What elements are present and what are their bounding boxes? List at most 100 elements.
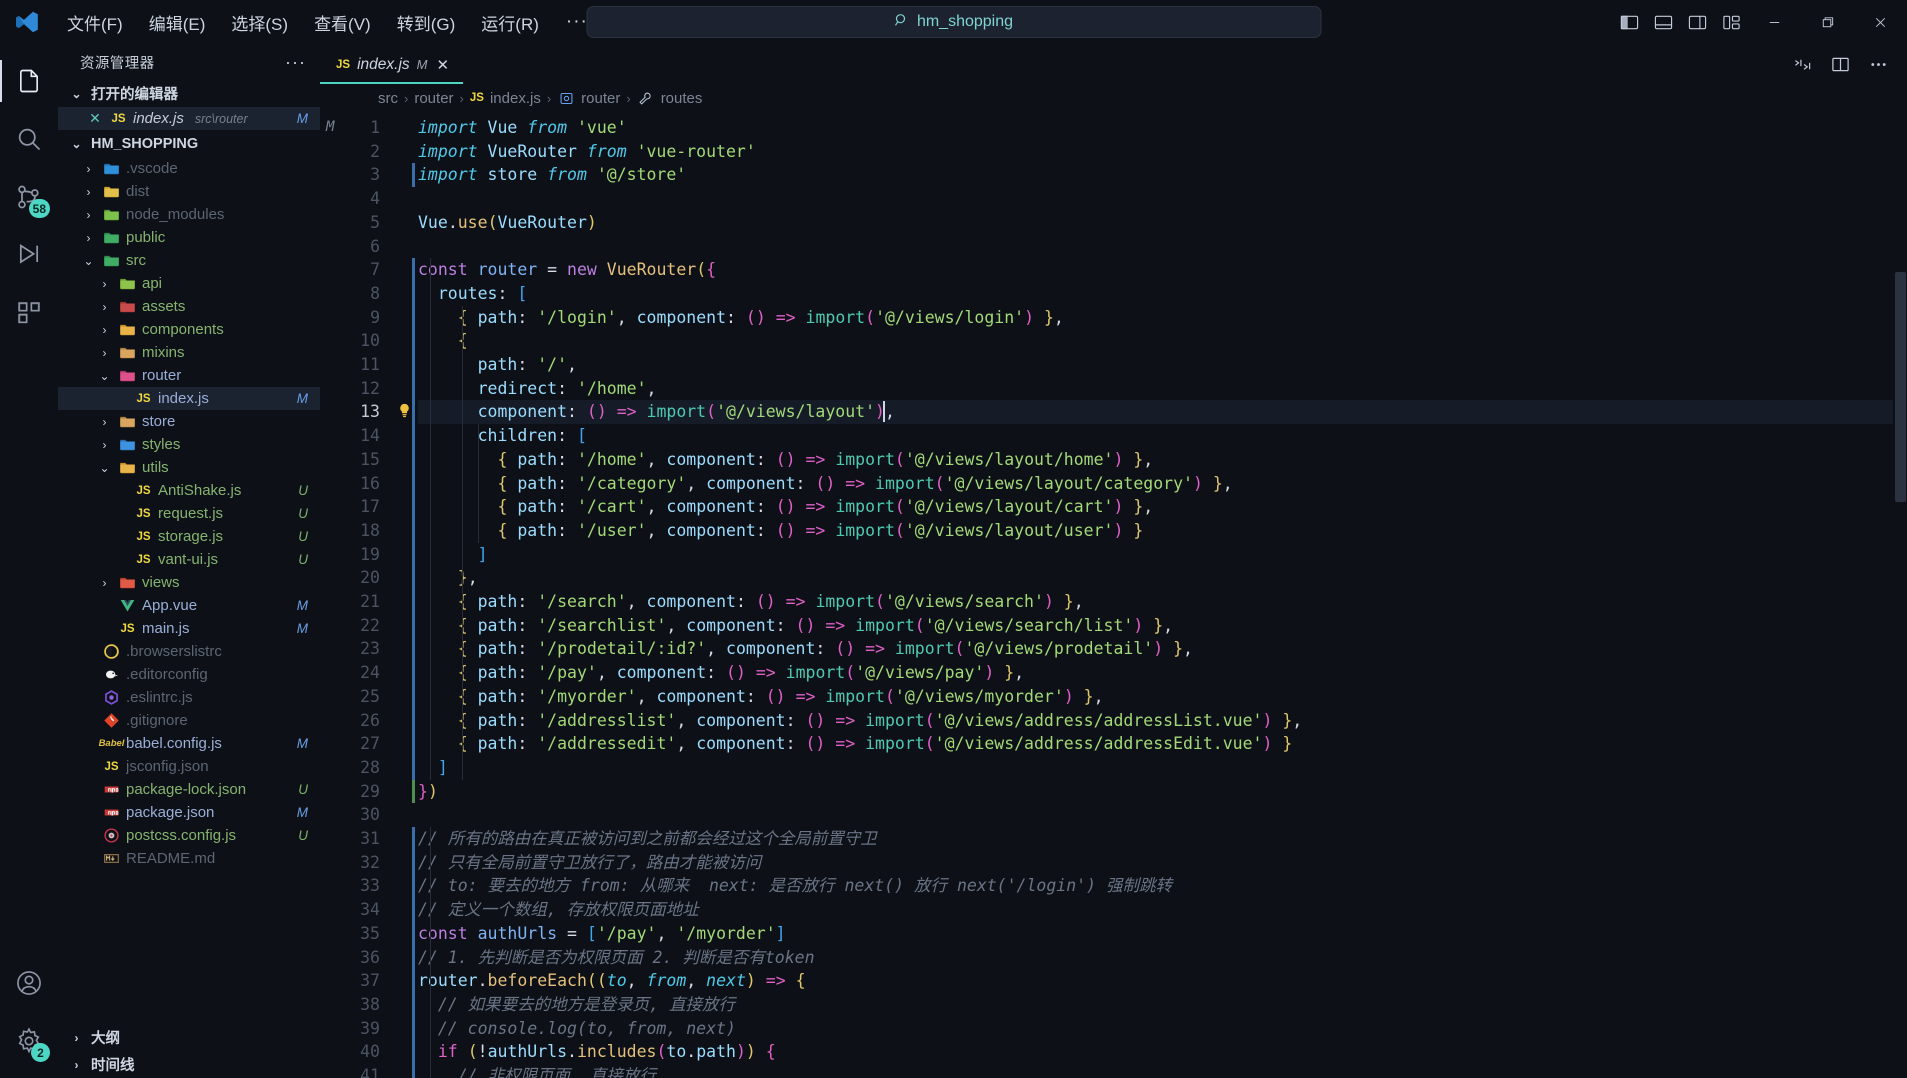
code-line[interactable]: routes: [: [418, 282, 527, 306]
code-editor[interactable]: M 1 2 3 4 5 6 7 8 9 10 11 12 13 14 15 16 17 18 19 20 21 22 23 24…: [320, 112, 1907, 1078]
code-line[interactable]: [418, 235, 428, 259]
search-input[interactable]: hm_shopping: [586, 6, 1321, 38]
tree-file-item[interactable]: JS vant-ui.js U: [58, 548, 320, 571]
code-line[interactable]: { path: '/category', component: () => im…: [418, 472, 1232, 496]
code-line[interactable]: if (!authUrls.includes(to.path)) {: [418, 1040, 776, 1064]
chevron-down-icon[interactable]: ⌄: [96, 461, 113, 475]
code-line[interactable]: // 如果要去的地方是登录页, 直接放行: [418, 993, 735, 1017]
code-line[interactable]: { path: '/pay', component: () => import(…: [418, 661, 1024, 685]
chevron-right-icon[interactable]: ›: [80, 231, 97, 245]
code-line[interactable]: { path: '/prodetail/:id?', component: ()…: [418, 637, 1193, 661]
code-line[interactable]: // to: 要去的地方 from: 从哪来 next: 是否放行 next()…: [418, 874, 1172, 898]
glyph-margin[interactable]: [392, 112, 418, 1078]
chevron-right-icon[interactable]: ›: [80, 208, 97, 222]
activity-source-control[interactable]: 58: [0, 168, 58, 226]
code-line[interactable]: {: [418, 329, 468, 353]
tab-close-icon[interactable]: ✕: [434, 56, 451, 74]
run-and-debug-icon[interactable]: [1785, 44, 1819, 84]
code-line[interactable]: { path: '/searchlist', component: () => …: [418, 614, 1173, 638]
tree-folder-item[interactable]: ⌄ router: [58, 364, 320, 387]
code-line[interactable]: }): [418, 780, 438, 804]
restore-button[interactable]: [1801, 0, 1854, 44]
menu-edit[interactable]: 编辑(E): [136, 6, 219, 39]
tree-file-item[interactable]: postcss.config.js U: [58, 824, 320, 847]
code-line[interactable]: { path: '/addresslist', component: () =>…: [418, 709, 1302, 733]
code-line[interactable]: },: [418, 566, 478, 590]
code-line[interactable]: ]: [418, 543, 488, 567]
menu-view[interactable]: 查看(V): [301, 6, 384, 39]
chevron-down-icon[interactable]: ⌄: [96, 369, 113, 383]
breadcrumb-router[interactable]: router: [414, 90, 453, 107]
chevron-right-icon[interactable]: ›: [80, 185, 97, 199]
tree-folder-item[interactable]: › dist: [58, 180, 320, 203]
code-line[interactable]: // 所有的路由在真正被访问到之前都会经过这个全局前置守卫: [418, 827, 877, 851]
code-line[interactable]: { path: '/login', component: () => impor…: [418, 306, 1064, 330]
code-line[interactable]: { path: '/myorder', component: () => imp…: [418, 685, 1104, 709]
minimize-button[interactable]: [1748, 0, 1801, 44]
tree-file-item[interactable]: JS main.js M: [58, 617, 320, 640]
open-editor-item[interactable]: ✕ JS index.js src\router M: [58, 107, 320, 130]
section-project[interactable]: ⌄ HM_SHOPPING: [58, 130, 320, 157]
menu-go[interactable]: 转到(G): [384, 6, 469, 39]
code-line[interactable]: ]: [418, 756, 448, 780]
code-line[interactable]: // console.log(to, from, next): [418, 1017, 736, 1041]
activity-accounts[interactable]: [0, 954, 58, 1012]
section-outline[interactable]: › 大纲: [58, 1024, 320, 1051]
code-line[interactable]: const authUrls = ['/pay', '/myorder']: [418, 922, 786, 946]
tree-file-item[interactable]: README.md: [58, 847, 320, 870]
chevron-right-icon[interactable]: ›: [96, 576, 113, 590]
tree-file-item[interactable]: .gitignore: [58, 709, 320, 732]
tree-folder-item[interactable]: ⌄ utils: [58, 456, 320, 479]
menu-file[interactable]: 文件(F): [54, 6, 136, 39]
code-line[interactable]: children: [: [418, 424, 587, 448]
activity-settings[interactable]: 2: [0, 1012, 58, 1070]
chevron-right-icon[interactable]: ›: [96, 277, 113, 291]
tree-file-item[interactable]: JS storage.js U: [58, 525, 320, 548]
chevron-right-icon[interactable]: ›: [80, 162, 97, 176]
tab-index-js[interactable]: JS index.js M ✕: [320, 44, 464, 84]
tree-file-item[interactable]: Babel babel.config.js M: [58, 732, 320, 755]
code-line[interactable]: { path: '/addressedit', component: () =>…: [418, 732, 1293, 756]
tree-folder-item[interactable]: › components: [58, 318, 320, 341]
code-lines[interactable]: import Vue from 'vue' import VueRouter fr…: [418, 112, 1907, 1078]
code-line[interactable]: import store from '@/store': [418, 163, 686, 187]
code-line[interactable]: { path: '/user', component: () => import…: [418, 519, 1143, 543]
section-timeline[interactable]: › 时间线: [58, 1051, 320, 1078]
activity-explorer[interactable]: [0, 52, 58, 110]
customize-layout-icon[interactable]: [1714, 0, 1748, 44]
tree-folder-item[interactable]: › .vscode: [58, 157, 320, 180]
activity-extensions[interactable]: [0, 284, 58, 342]
tree-file-item[interactable]: package.json M: [58, 801, 320, 824]
tree-file-item[interactable]: .browserslistrc: [58, 640, 320, 663]
split-editor-icon[interactable]: [1823, 44, 1857, 84]
code-line[interactable]: redirect: '/home',: [418, 377, 657, 401]
menu-selection[interactable]: 选择(S): [218, 6, 301, 39]
explorer-more-icon[interactable]: ···: [285, 52, 306, 73]
code-line[interactable]: { path: '/home', component: () => import…: [418, 448, 1153, 472]
breadcrumb-routes[interactable]: routes: [661, 90, 703, 107]
menu-bar[interactable]: 文件(F) 编辑(E) 选择(S) 查看(V) 转到(G) 运行(R) ···: [54, 6, 602, 39]
activity-run-debug[interactable]: [0, 226, 58, 284]
tree-folder-item[interactable]: › styles: [58, 433, 320, 456]
tree-file-item[interactable]: App.vue M: [58, 594, 320, 617]
code-line[interactable]: import Vue from 'vue': [418, 116, 627, 140]
code-line[interactable]: // 只有全局前置守卫放行了，路由才能被访问: [418, 851, 761, 875]
code-line[interactable]: { path: '/search', component: () => impo…: [418, 590, 1084, 614]
tree-file-item[interactable]: package-lock.json U: [58, 778, 320, 801]
code-line[interactable]: { path: '/cart', component: () => import…: [418, 495, 1153, 519]
code-line[interactable]: router.beforeEach((to, from, next) => {: [418, 969, 806, 993]
tree-file-item[interactable]: JS request.js U: [58, 502, 320, 525]
tree-file-item[interactable]: JS AntiShake.js U: [58, 479, 320, 502]
chevron-right-icon[interactable]: ›: [96, 415, 113, 429]
code-line[interactable]: // 非权限页面, 直接放行: [418, 1064, 656, 1078]
chevron-right-icon[interactable]: ›: [96, 300, 113, 314]
tree-folder-item[interactable]: › public: [58, 226, 320, 249]
tree-folder-item[interactable]: › api: [58, 272, 320, 295]
minimap[interactable]: [1893, 112, 1907, 1078]
tree-file-item[interactable]: .editorconfig: [58, 663, 320, 686]
code-line[interactable]: // 1. 先判断是否为权限页面 2. 判断是否有token: [418, 946, 815, 970]
toggle-panel-icon[interactable]: [1646, 0, 1680, 44]
tree-folder-item[interactable]: › node_modules: [58, 203, 320, 226]
chevron-down-icon[interactable]: ⌄: [80, 254, 97, 268]
code-line[interactable]: path: '/',: [418, 353, 577, 377]
